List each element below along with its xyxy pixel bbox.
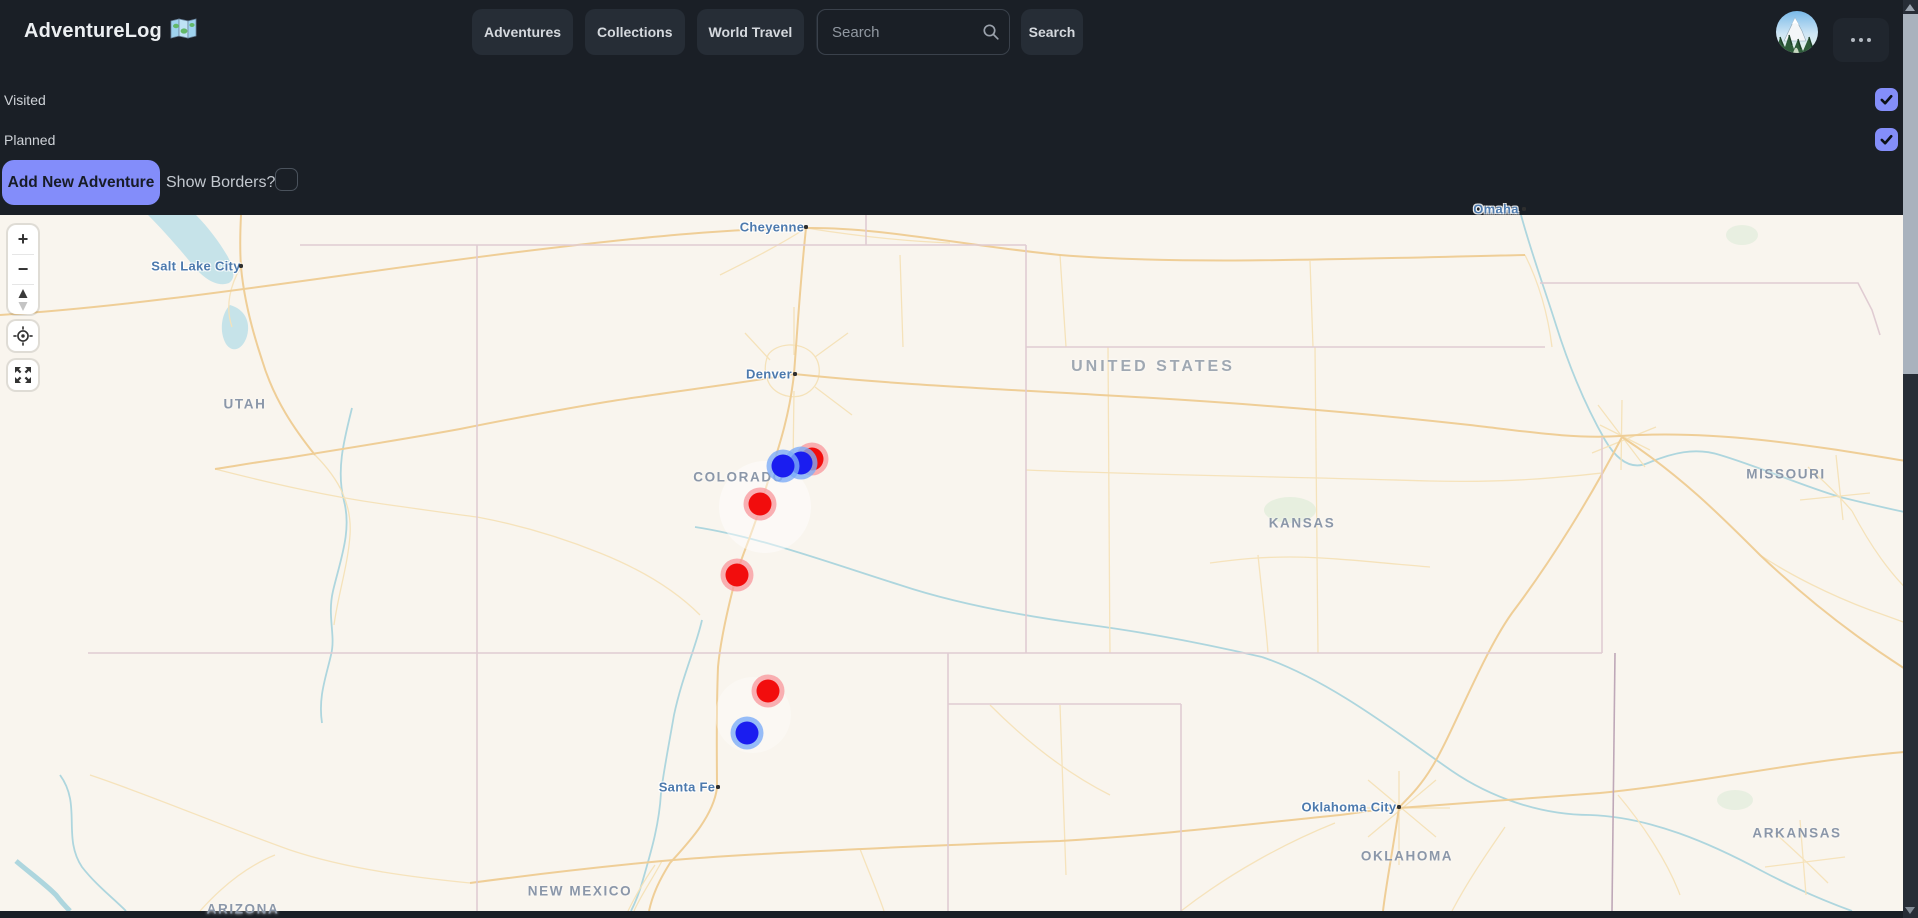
state-label-arkansas: ARKANSAS bbox=[1752, 826, 1841, 841]
state-label-missouri: MISSOURI bbox=[1746, 467, 1826, 482]
zoom-in-button[interactable]: + bbox=[8, 225, 38, 254]
fullscreen-button[interactable] bbox=[8, 360, 38, 390]
page-scrollbar bbox=[1903, 0, 1918, 918]
ellipsis-menu-button[interactable] bbox=[1833, 18, 1889, 62]
app-title: AdventureLog bbox=[24, 20, 162, 43]
show-borders-checkbox[interactable] bbox=[275, 168, 298, 191]
map-marker-visited[interactable] bbox=[772, 455, 795, 478]
scroll-down-icon[interactable] bbox=[1905, 907, 1915, 914]
planned-label: Planned bbox=[4, 132, 55, 148]
scroll-up-icon[interactable] bbox=[1905, 4, 1915, 11]
compass-button[interactable] bbox=[8, 285, 38, 314]
map-marker-planned[interactable] bbox=[757, 680, 780, 703]
visited-label: Visited bbox=[4, 92, 46, 108]
city-dot bbox=[239, 264, 243, 268]
search-button[interactable]: Search bbox=[1021, 9, 1083, 55]
planned-checkbox[interactable] bbox=[1875, 128, 1898, 151]
city-dot bbox=[1522, 207, 1526, 211]
city-dot bbox=[793, 372, 797, 376]
app-logo: AdventureLog bbox=[24, 18, 197, 45]
search-box bbox=[817, 9, 1010, 55]
city-label-santa-fe: Santa Fe bbox=[659, 780, 716, 795]
city-label-denver: Denver bbox=[746, 367, 792, 382]
map-marker-planned[interactable] bbox=[726, 564, 749, 587]
geolocate-icon bbox=[12, 325, 34, 347]
scrollbar-thumb[interactable] bbox=[1903, 14, 1918, 374]
avatar[interactable] bbox=[1776, 11, 1818, 53]
state-label-utah: UTAH bbox=[224, 397, 267, 412]
map-canvas[interactable]: UTAH COLORADO UNITED STATES KANSAS MISSOURI N… bbox=[0, 215, 1903, 911]
geolocate-button[interactable] bbox=[8, 321, 38, 351]
nav-world-travel[interactable]: World Travel bbox=[697, 9, 805, 55]
check-icon bbox=[1879, 132, 1894, 147]
visited-checkbox[interactable] bbox=[1875, 88, 1898, 111]
state-label-new-mexico: NEW MEXICO bbox=[528, 884, 633, 899]
map-marker-visited[interactable] bbox=[736, 722, 759, 745]
compass-icon bbox=[16, 288, 30, 312]
city-dot bbox=[804, 225, 808, 229]
zoom-out-button[interactable]: − bbox=[8, 255, 38, 284]
map-zoom-control: + − bbox=[8, 225, 38, 314]
main-nav: AdventuresCollectionsWorld TravelMap bbox=[472, 9, 868, 55]
state-label-colorado: COLORADO bbox=[693, 470, 785, 485]
nav-adventures[interactable]: Adventures bbox=[472, 9, 573, 55]
city-label-oklahoma-city: Oklahoma City bbox=[1302, 800, 1397, 815]
state-label-arizona: ARIZONA bbox=[207, 902, 280, 917]
map-emoji-icon bbox=[170, 18, 197, 45]
search-icon bbox=[982, 23, 1000, 41]
city-label-omaha: Omaha bbox=[1473, 202, 1519, 217]
top-panel: AdventureLog Adventures Collections World … bbox=[0, 0, 1903, 215]
map-marker-planned[interactable] bbox=[749, 493, 772, 516]
city-label-cheyenne: Cheyenne bbox=[740, 220, 805, 235]
check-icon bbox=[1879, 92, 1894, 107]
city-dot bbox=[1397, 805, 1401, 809]
country-label: UNITED STATES bbox=[1071, 358, 1235, 376]
fullscreen-icon bbox=[13, 365, 33, 385]
city-dot bbox=[716, 785, 720, 789]
show-borders-label: Show Borders? bbox=[166, 174, 275, 192]
city-label-salt-lake-city: Salt Lake City bbox=[151, 259, 240, 274]
map-base-art bbox=[0, 215, 1903, 911]
state-label-oklahoma: OKLAHOMA bbox=[1361, 849, 1453, 864]
add-new-adventure-button[interactable]: Add New Adventure bbox=[2, 160, 160, 205]
nav-collections[interactable]: Collections bbox=[585, 9, 684, 55]
ellipsis-icon bbox=[1851, 38, 1855, 42]
state-label-kansas: KANSAS bbox=[1269, 516, 1336, 531]
